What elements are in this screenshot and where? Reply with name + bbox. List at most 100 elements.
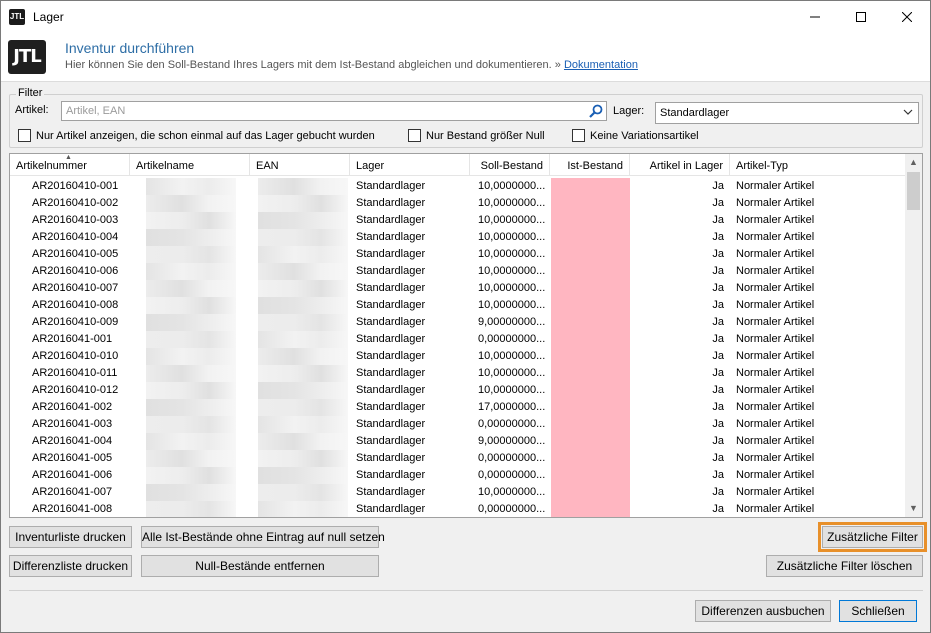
zusaetzliche-filter-button[interactable]: Zusätzliche Filter [818,522,927,552]
col-artikel-in-lager[interactable]: Artikel in Lager [630,154,730,176]
checkbox-box[interactable] [572,129,585,142]
cell-artikelnummer: AR2016041-004 [32,435,113,447]
cell-ist-bestand-input[interactable] [551,246,630,263]
cell-artikel-typ: Normaler Artikel [736,435,815,447]
cell-artikelname-redacted [146,450,236,467]
maximize-button[interactable] [838,1,884,32]
zusaetzliche-filter-loeschen-button[interactable]: Zusätzliche Filter löschen [766,555,923,577]
cell-artikelnummer: AR20160410-007 [32,282,119,294]
scroll-up-icon[interactable]: ▲ [905,154,922,171]
cell-ean-redacted [258,365,348,382]
cell-artikel-in-lager: Ja [712,299,724,311]
cell-ist-bestand-input[interactable] [551,331,630,348]
differenzliste-drucken-button[interactable]: Differenzliste drucken [9,555,132,577]
cell-artikelname-redacted [146,246,236,263]
cell-ist-bestand-input[interactable] [551,263,630,280]
schliessen-button[interactable]: Schließen [839,600,917,622]
table-row[interactable]: AR20160410-004 Standardlager 10,0000000...… [10,229,906,246]
differenzen-ausbuchen-button[interactable]: Differenzen ausbuchen [695,600,831,622]
cell-ist-bestand-input[interactable] [551,195,630,212]
table-row[interactable]: AR20160410-012 Standardlager 10,0000000...… [10,382,906,399]
vertical-scrollbar[interactable]: ▲ ▼ [905,154,922,517]
table-row[interactable]: AR2016041-008 Standardlager 0,00000000... J… [10,501,906,517]
table-row[interactable]: AR20160410-001 Standardlager 10,0000000...… [10,178,906,195]
scroll-down-icon[interactable]: ▼ [905,500,922,517]
col-artikelname[interactable]: Artikelname [130,154,250,176]
cell-soll-bestand: 10,0000000... [478,384,546,396]
cell-ist-bestand-input[interactable] [551,229,630,246]
table-row[interactable]: AR20160410-007 Standardlager 10,0000000...… [10,280,906,297]
checkbox-box[interactable] [18,129,31,142]
table-row[interactable]: AR20160410-006 Standardlager 10,0000000...… [10,263,906,280]
cell-ist-bestand-input[interactable] [551,280,630,297]
minimize-button[interactable] [792,1,838,32]
table-row[interactable]: AR20160410-011 Standardlager 10,0000000...… [10,365,906,382]
cell-ist-bestand-input[interactable] [551,178,630,195]
cell-artikel-in-lager: Ja [712,265,724,277]
cell-ist-bestand-input[interactable] [551,399,630,416]
cell-ean-redacted [258,297,348,314]
cell-lager: Standardlager [356,265,426,277]
table-row[interactable]: AR2016041-006 Standardlager 0,00000000... J… [10,467,906,484]
cell-ist-bestand-input[interactable] [551,467,630,484]
cell-ist-bestand-input[interactable] [551,348,630,365]
col-lager[interactable]: Lager [350,154,470,176]
col-artikelnummer[interactable]: ▲ Artikelnummer [10,154,130,176]
cell-ean-redacted [258,331,348,348]
cell-ean-redacted [258,178,348,195]
cell-ist-bestand-input[interactable] [551,365,630,382]
cell-ean-redacted [258,399,348,416]
lager-label: Lager: [613,105,645,117]
table-row[interactable]: AR20160410-002 Standardlager 10,0000000...… [10,195,906,212]
table-row[interactable]: AR2016041-005 Standardlager 0,00000000... J… [10,450,906,467]
inventurliste-drucken-button[interactable]: Inventurliste drucken [9,526,132,548]
table-row[interactable]: AR2016041-004 Standardlager 9,00000000... J… [10,433,906,450]
cell-artikel-typ: Normaler Artikel [736,452,815,464]
cell-artikelname-redacted [146,280,236,297]
cell-soll-bestand: 0,00000000... [478,503,546,515]
checkbox-gebucht[interactable]: Nur Artikel anzeigen, die schon einmal a… [18,129,375,142]
close-button[interactable] [884,1,930,32]
cell-ist-bestand-input[interactable] [551,382,630,399]
search-icon[interactable] [589,104,603,118]
col-artikel-typ[interactable]: Artikel-Typ [730,154,906,176]
cell-artikel-typ: Normaler Artikel [736,384,815,396]
cell-ist-bestand-input[interactable] [551,212,630,229]
checkbox-bestand-gt-null[interactable]: Nur Bestand größer Null [408,129,545,142]
table-row[interactable]: AR2016041-007 Standardlager 10,0000000... J… [10,484,906,501]
documentation-link[interactable]: Dokumentation [564,59,638,71]
cell-ist-bestand-input[interactable] [551,501,630,517]
cell-soll-bestand: 10,0000000... [478,486,546,498]
table-row[interactable]: AR20160410-008 Standardlager 10,0000000...… [10,297,906,314]
lager-select[interactable]: Standardlager [655,102,919,124]
cell-artikel-in-lager: Ja [712,503,724,515]
cell-ist-bestand-input[interactable] [551,450,630,467]
cell-lager: Standardlager [356,180,426,192]
table-row[interactable]: AR2016041-003 Standardlager 0,00000000... J… [10,416,906,433]
col-ean[interactable]: EAN [250,154,350,176]
page-subtitle: Hier können Sie den Soll-Bestand Ihres L… [65,59,638,71]
null-bestaende-entfernen-button[interactable]: Null-Bestände entfernen [141,555,379,577]
cell-ist-bestand-input[interactable] [551,297,630,314]
checkbox-keine-variation[interactable]: Keine Variationsartikel [572,129,699,142]
table-row[interactable]: AR20160410-009 Standardlager 9,00000000...… [10,314,906,331]
scrollbar-thumb[interactable] [907,172,920,210]
table-row[interactable]: AR20160410-003 Standardlager 10,0000000...… [10,212,906,229]
cell-ist-bestand-input[interactable] [551,416,630,433]
cell-ist-bestand-input[interactable] [551,484,630,501]
cell-ist-bestand-input[interactable] [551,314,630,331]
cell-artikel-typ: Normaler Artikel [736,367,815,379]
table-row[interactable]: AR20160410-005 Standardlager 10,0000000...… [10,246,906,263]
table-row[interactable]: AR2016041-001 Standardlager 0,00000000... J… [10,331,906,348]
col-soll-bestand[interactable]: Soll-Bestand [470,154,550,176]
cell-ist-bestand-input[interactable] [551,433,630,450]
table-row[interactable]: AR2016041-002 Standardlager 17,0000000... J… [10,399,906,416]
window-title: Lager [33,9,64,24]
inventory-grid[interactable]: ▲ Artikelnummer Artikelname EAN Lager Sol… [9,153,923,518]
cell-lager: Standardlager [356,316,426,328]
artikel-search-input[interactable]: Artikel, EAN [61,101,607,121]
col-ist-bestand[interactable]: Ist-Bestand [550,154,630,176]
table-row[interactable]: AR20160410-010 Standardlager 10,0000000...… [10,348,906,365]
null-setzen-button[interactable]: Alle Ist-Bestände ohne Eintrag auf null … [141,526,385,548]
checkbox-box[interactable] [408,129,421,142]
